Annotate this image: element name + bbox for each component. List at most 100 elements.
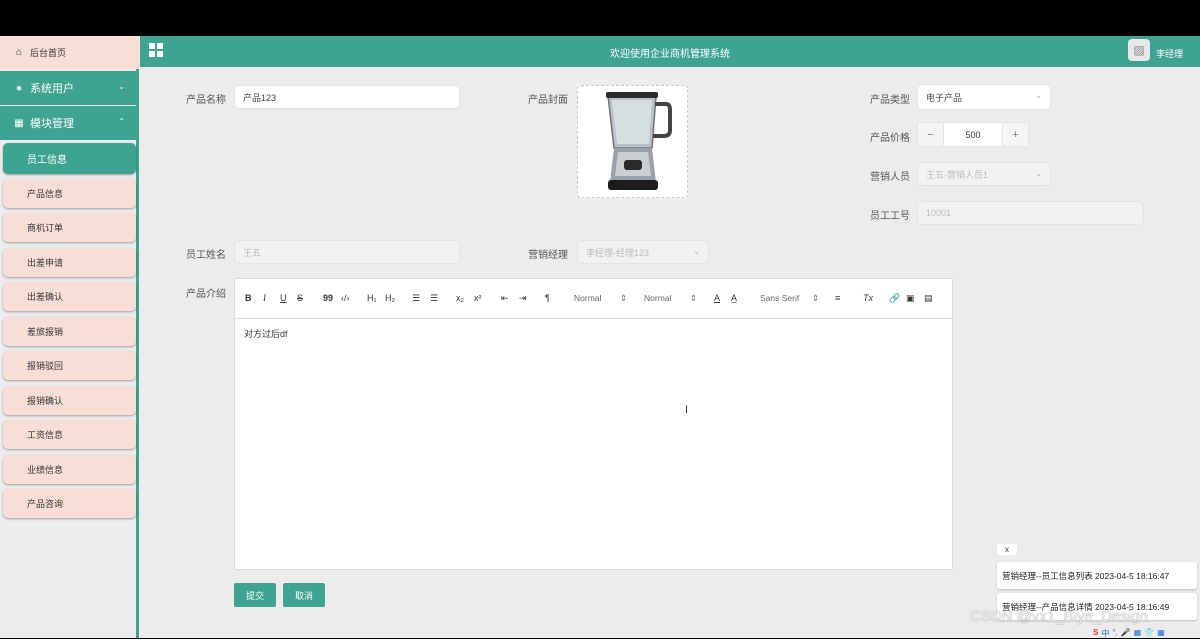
chevron-down-icon: ⌄	[1035, 169, 1042, 178]
user-name[interactable]: 李经理	[1156, 47, 1183, 60]
clean-format-button[interactable]: Tx	[863, 293, 873, 303]
sidebar-item-reimbursement-confirm[interactable]: 报销确认	[3, 386, 136, 415]
code-block-button[interactable]: ‹/›	[341, 293, 350, 303]
sidebar-item-product-consult[interactable]: 产品咨询	[3, 489, 136, 518]
submit-button[interactable]: 提交	[234, 583, 276, 607]
indent-button[interactable]: ⇥	[519, 293, 527, 304]
editor-toolbar: B I U S 99 ‹/› H₁ H₂ ☰ ☰ x₂ x² ⇤ ⇥ ¶ Nor…	[235, 279, 952, 319]
cancel-button[interactable]: 取消	[283, 583, 325, 607]
sales-manager-select[interactable]: 李经理-经理123 ⌄	[577, 240, 709, 264]
decrement-button[interactable]: −	[918, 123, 943, 146]
ime-toolbar: S 中 °, 🎤 ▦ 👕 ▦	[1093, 628, 1165, 639]
top-black-bar	[0, 0, 1200, 36]
product-price-stepper: − 500 +	[917, 122, 1029, 147]
increment-button[interactable]: +	[1003, 123, 1028, 146]
grid-icon: ▦	[14, 117, 24, 129]
chevron-down-icon: ⌄	[118, 82, 125, 91]
sidebar-item-salary-info[interactable]: 工资信息	[3, 420, 136, 449]
sales-manager-value: 李经理-经理123	[586, 247, 650, 258]
updown-arrow-icon: ⇕	[812, 293, 820, 303]
sogou-logo-icon[interactable]: S	[1093, 628, 1098, 639]
product-name-value: 产品123	[243, 92, 277, 103]
ordered-list-button[interactable]: ☰	[412, 293, 420, 304]
heading2-button[interactable]: H₂	[385, 293, 395, 303]
updown-arrow-icon: ⇕	[690, 293, 698, 303]
sidebar-item-reimbursement-reject[interactable]: 报销驳回	[3, 351, 136, 380]
avatar-image-icon[interactable]: ▨	[1128, 39, 1150, 61]
notification-close-button[interactable]: x	[997, 544, 1017, 555]
product-cover-label: 产品封面	[528, 95, 568, 106]
home-icon: ⌂	[15, 47, 23, 58]
sidebar-section-modules[interactable]: ▦ 模块管理 ⌃	[0, 106, 139, 140]
product-name-label: 产品名称	[186, 95, 226, 106]
sidebar-item-travel-reimbursement[interactable]: 差旅报销	[3, 317, 136, 346]
employee-no-value: 10001	[926, 208, 952, 218]
employee-no-label: 员工工号	[870, 211, 910, 222]
sidebar-home[interactable]: ⌂ 后台首页	[0, 36, 139, 69]
sales-person-value: 王五-营销人员1	[926, 169, 989, 180]
subscript-button[interactable]: x₂	[456, 293, 464, 303]
strike-button[interactable]: S	[297, 293, 303, 303]
editor-content[interactable]: 对方过后df	[244, 327, 288, 340]
underline-button[interactable]: U	[280, 293, 287, 303]
product-type-value: 电子产品	[926, 92, 963, 103]
toolbox-icon[interactable]: ▦	[1157, 628, 1165, 639]
text-cursor-icon: I	[685, 404, 689, 416]
sidebar-section-system-users[interactable]: ● 系统用户 ⌄	[0, 71, 139, 105]
product-price-label: 产品价格	[870, 133, 910, 144]
sales-manager-label: 营销经理	[528, 250, 568, 261]
employee-no-input[interactable]: 10001	[917, 201, 1144, 225]
sidebar-home-label: 后台首页	[30, 48, 67, 58]
image-button[interactable]: ▣	[906, 293, 915, 304]
blockquote-button[interactable]: 99	[323, 293, 333, 303]
sidebar: ⌂ 后台首页 ● 系统用户 ⌄ ▦ 模块管理 ⌃ 员工信息 产品信息 商机订单 …	[0, 36, 139, 638]
header-picker[interactable]: Normal	[644, 293, 671, 303]
sidebar-section-label: 模块管理	[30, 118, 74, 130]
chevron-down-icon: ⌄	[1035, 91, 1042, 100]
skin-icon[interactable]: 👕	[1144, 628, 1154, 639]
chevron-down-icon: ⌄	[693, 247, 700, 256]
size-picker[interactable]: Normal	[574, 293, 601, 303]
ime-chinese-icon[interactable]: 中	[1101, 628, 1109, 639]
product-cover-image[interactable]	[577, 85, 688, 198]
sidebar-item-performance-info[interactable]: 业绩信息	[3, 455, 136, 484]
sidebar-item-employee-info[interactable]: 员工信息	[3, 143, 136, 174]
bold-button[interactable]: B	[245, 293, 252, 303]
product-name-input[interactable]: 产品123	[234, 85, 460, 109]
product-price-input[interactable]: 500	[943, 123, 1003, 146]
ime-punctuation-icon[interactable]: °,	[1112, 628, 1117, 639]
sidebar-item-business-orders[interactable]: 商机订单	[3, 213, 136, 242]
microphone-icon[interactable]: 🎤	[1121, 628, 1131, 639]
heading1-button[interactable]: H₁	[367, 293, 377, 303]
notification-item[interactable]: 营销经理--员工信息列表 2023-04-5 18:16:47	[997, 562, 1197, 589]
outdent-button[interactable]: ⇤	[501, 293, 509, 304]
sidebar-item-product-info[interactable]: 产品信息	[3, 179, 136, 208]
align-button[interactable]: ≡	[835, 293, 840, 303]
sales-person-label: 营销人员	[870, 172, 910, 183]
employee-name-value: 王五	[243, 247, 262, 258]
text-color-button[interactable]: A	[714, 293, 720, 303]
bullet-list-button[interactable]: ☰	[430, 293, 438, 304]
employee-name-label: 员工姓名	[186, 250, 226, 261]
font-picker[interactable]: Sans Serif	[760, 293, 799, 303]
chevron-up-icon: ⌃	[118, 117, 125, 126]
rich-text-editor: B I U S 99 ‹/› H₁ H₂ ☰ ☰ x₂ x² ⇤ ⇥ ¶ Nor…	[234, 278, 953, 570]
background-color-button[interactable]: A̲	[731, 293, 737, 303]
sales-person-select[interactable]: 王五-营销人员1 ⌄	[917, 162, 1051, 186]
user-icon: ●	[15, 82, 23, 94]
product-type-label: 产品类型	[870, 95, 910, 106]
blender-image	[578, 86, 687, 197]
text-direction-button[interactable]: ¶	[545, 293, 550, 303]
keyboard-icon[interactable]: ▦	[1134, 628, 1142, 639]
sidebar-item-trip-application[interactable]: 出差申请	[3, 248, 136, 277]
product-intro-label: 产品介绍	[186, 289, 226, 300]
italic-button[interactable]: I	[263, 293, 266, 303]
sidebar-item-trip-confirm[interactable]: 出差确认	[3, 282, 136, 311]
product-type-select[interactable]: 电子产品 ⌄	[917, 84, 1051, 110]
employee-name-input[interactable]: 王五	[234, 240, 460, 264]
link-button[interactable]: 🔗	[889, 293, 900, 304]
app-frame: ⌂ 后台首页 ● 系统用户 ⌄ ▦ 模块管理 ⌃ 员工信息 产品信息 商机订单 …	[0, 36, 1200, 638]
top-header: 欢迎使用企业商机管理系统 ▨ 李经理	[140, 36, 1200, 67]
video-button[interactable]: ▤	[924, 293, 933, 304]
superscript-button[interactable]: x²	[474, 293, 482, 303]
